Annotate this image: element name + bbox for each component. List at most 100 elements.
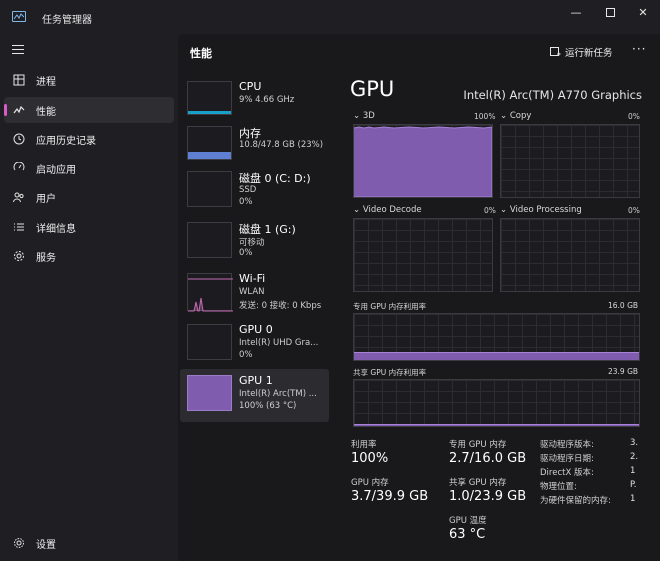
sidebar-item-settings[interactable]: 设置 — [4, 530, 174, 556]
sidebar-item-services[interactable]: 服务 — [4, 243, 174, 269]
sidebar-item-startup[interactable]: 启动应用 — [4, 155, 174, 181]
engine-video-processing-pct: 0% — [628, 206, 640, 215]
device-name: Wi-Fi — [239, 272, 266, 285]
device-sub: 0% — [239, 197, 253, 207]
sidebar: 进程 性能 应用历史记录 启动应用 用户 详细信息 服务 设置 — [0, 34, 178, 561]
engine-video-processing-graph — [500, 218, 640, 292]
sidebar-item-users[interactable]: 用户 — [4, 184, 174, 210]
directx-version-value: 1 — [630, 466, 636, 476]
reserved-memory-value: 1 — [630, 494, 636, 504]
device-sub: 可移动 — [239, 238, 265, 248]
wifi-thumbnail — [187, 273, 233, 312]
driver-date-label: 驱动程序日期: — [540, 454, 594, 464]
dedicated-memory-max: 16.0 GB — [608, 301, 639, 310]
device-wifi[interactable]: Wi-Fi WLAN 发送: 0 接收: 0 Kbps — [180, 269, 329, 319]
reserved-memory-label: 为硬件保留的内存: — [540, 496, 611, 506]
minimize-button[interactable]: — — [561, 0, 591, 24]
users-icon — [12, 190, 26, 204]
shared-memory-label: 共享 GPU 内存利用率 — [353, 368, 427, 377]
services-icon — [12, 249, 26, 263]
gpu-temperature-label: GPU 温度 — [449, 516, 487, 526]
utilization-label: 利用率 — [351, 440, 377, 450]
gpu1-thumbnail — [187, 375, 232, 411]
device-name: GPU 1 — [239, 374, 273, 387]
details-icon — [12, 220, 26, 234]
memory-thumbnail — [187, 126, 232, 160]
dedicated-memory-stat-label: 专用 GPU 内存 — [449, 440, 507, 450]
chevron-down-icon: ⌄ — [353, 111, 361, 121]
device-name: 磁盘 1 (G:) — [239, 223, 296, 236]
chevron-down-icon: ⌄ — [500, 205, 508, 215]
sidebar-item-label: 详细信息 — [36, 223, 76, 235]
device-disk-0[interactable]: 磁盘 0 (C: D:) SSD 0% — [180, 167, 329, 217]
chevron-down-icon: ⌄ — [353, 205, 361, 215]
sidebar-item-details[interactable]: 详细信息 — [4, 214, 174, 240]
hamburger-menu-icon[interactable] — [12, 45, 24, 57]
shared-memory-stat-value: 1.0/23.9 GB — [449, 489, 527, 504]
shared-memory-stat-label: 共享 GPU 内存 — [449, 478, 507, 488]
more-options-button[interactable]: ··· — [632, 42, 646, 56]
engine-3d-graph — [353, 124, 493, 198]
engine-video-processing-label[interactable]: ⌄ Video Processing — [500, 205, 582, 215]
device-sub: 发送: 0 接收: 0 Kbps — [239, 301, 322, 311]
title-bar: 任务管理器 — ✕ — [0, 0, 660, 34]
maximize-button[interactable] — [595, 0, 625, 24]
device-sub: 100% (63 °C) — [239, 401, 297, 411]
run-task-label: 运行新任务 — [565, 48, 613, 59]
processes-icon — [12, 73, 26, 87]
engine-video-decode-label[interactable]: ⌄ Video Decode — [353, 205, 422, 215]
task-manager-icon — [12, 11, 26, 22]
disk1-thumbnail — [187, 222, 232, 258]
run-new-task-button[interactable]: 运行新任务 — [550, 45, 613, 59]
gpu-memory-value: 3.7/39.9 GB — [351, 489, 429, 504]
engine-video-decode-pct: 0% — [484, 206, 496, 215]
sidebar-item-performance[interactable]: 性能 — [4, 97, 174, 123]
device-sub: 10.8/47.8 GB (23%) — [239, 140, 324, 150]
sidebar-item-label: 性能 — [36, 106, 56, 118]
engine-3d-label[interactable]: ⌄ 3D — [353, 111, 375, 121]
engine-copy-pct: 0% — [628, 112, 640, 121]
device-gpu-1[interactable]: GPU 1 Intel(R) Arc(TM) ... 100% (63 °C) — [180, 369, 329, 422]
driver-version-value: 3. — [630, 438, 639, 448]
shared-memory-fill — [354, 424, 639, 426]
sidebar-item-processes[interactable]: 进程 — [4, 67, 174, 93]
device-disk-1[interactable]: 磁盘 1 (G:) 可移动 0% — [180, 218, 329, 268]
performance-icon — [12, 103, 26, 117]
app-history-icon — [12, 132, 26, 146]
close-button[interactable]: ✕ — [628, 0, 658, 24]
engine-copy-label[interactable]: ⌄ Copy — [500, 111, 531, 121]
gpu-temperature-value: 63 °C — [449, 527, 486, 542]
dedicated-memory-fill — [354, 352, 639, 360]
app-title: 任务管理器 — [42, 15, 92, 26]
device-gpu-0[interactable]: GPU 0 Intel(R) UHD Gra... 0% — [180, 320, 329, 370]
detail-title: GPU — [350, 77, 395, 101]
chevron-down-icon: ⌄ — [500, 111, 508, 121]
directx-version-label: DirectX 版本: — [540, 468, 594, 478]
device-name: CPU — [239, 80, 262, 93]
engine-copy-graph — [500, 124, 640, 198]
gpu-memory-label: GPU 内存 — [351, 478, 389, 488]
device-memory[interactable]: 内存 10.8/47.8 GB (23%) — [180, 122, 329, 172]
cpu-thumbnail — [187, 81, 232, 115]
physical-location-label: 物理位置: — [540, 482, 577, 492]
dedicated-memory-label: 专用 GPU 内存利用率 — [353, 302, 427, 311]
page-title: 性能 — [190, 47, 212, 60]
device-sub: Intel(R) UHD Gra... — [239, 338, 319, 348]
sidebar-item-label: 应用历史记录 — [36, 135, 96, 147]
device-sub: SSD — [239, 185, 257, 195]
shared-memory-max: 23.9 GB — [608, 367, 639, 376]
sidebar-item-label: 进程 — [36, 76, 56, 88]
device-sub: WLAN — [239, 287, 265, 297]
disk0-thumbnail — [187, 171, 232, 207]
device-name: GPU 0 — [239, 323, 273, 336]
device-sub: Intel(R) Arc(TM) ... — [239, 389, 317, 399]
sidebar-item-app-history[interactable]: 应用历史记录 — [4, 126, 174, 152]
device-cpu[interactable]: CPU 9% 4.66 GHz — [180, 77, 329, 127]
device-sub: 9% 4.66 GHz — [239, 95, 295, 105]
run-task-icon — [550, 46, 561, 56]
engine-3d-pct: 100% — [474, 112, 496, 121]
device-sub: 0% — [239, 248, 253, 258]
driver-date-value: 2. — [630, 452, 639, 462]
device-name: 磁盘 0 (C: D:) — [239, 172, 311, 185]
dedicated-memory-graph — [353, 313, 640, 361]
